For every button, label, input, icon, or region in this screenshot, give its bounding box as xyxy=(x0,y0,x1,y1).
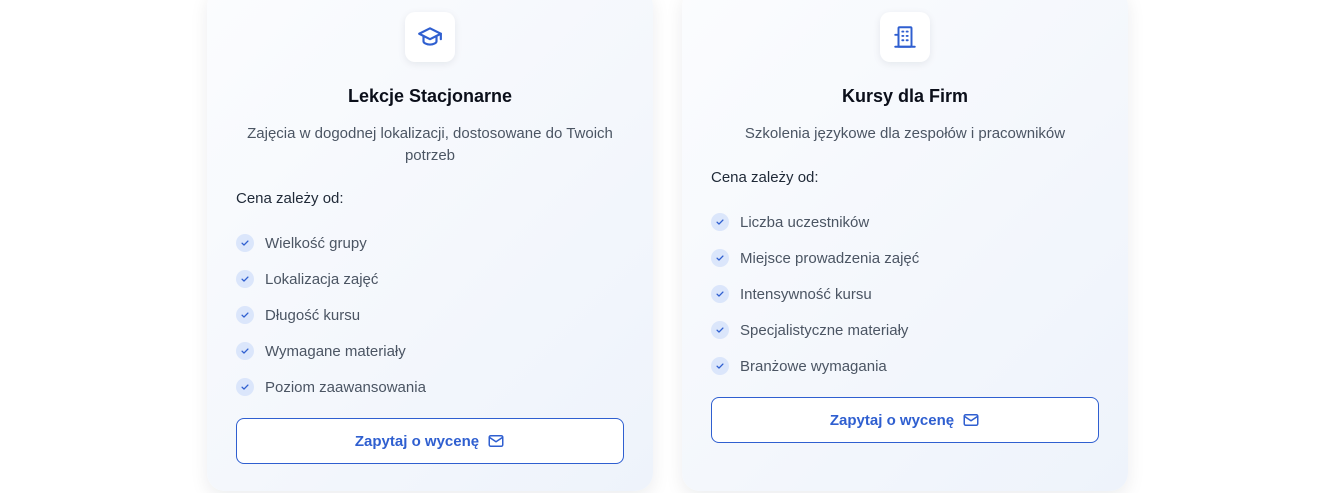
feature-label: Długość kursu xyxy=(265,306,361,324)
request-quote-button[interactable]: Zapytaj o wycenę xyxy=(236,418,624,464)
button-label: Zapytaj o wycenę xyxy=(354,432,480,450)
mail-icon xyxy=(963,414,979,426)
list-item: Poziom zaawansowania xyxy=(236,369,624,405)
check-icon xyxy=(711,213,729,231)
check-icon xyxy=(236,378,254,396)
feature-label: Wymagane materiały xyxy=(265,342,406,360)
feature-label: Poziom zaawansowania xyxy=(265,378,426,396)
request-quote-button[interactable]: Zapytaj o wycenę xyxy=(711,397,1099,443)
card-description: Szkolenia językowe dla zespołów i pracow… xyxy=(744,125,1066,142)
feature-label: Branżowe wymagania xyxy=(740,357,887,375)
mail-icon xyxy=(488,435,504,447)
feature-label: Lokalizacja zajęć xyxy=(265,270,379,288)
card-description: Zajęcia w dogodnej lokalizacji, dostosow… xyxy=(247,125,613,164)
feature-label: Wielkość grupy xyxy=(265,234,367,252)
check-icon xyxy=(711,249,729,267)
card-title: Lekcje Stacjonarne xyxy=(347,86,513,106)
pricing-cards-section: Lekcje Stacjonarne Zajęcia w dogodnej lo… xyxy=(0,0,1335,493)
card-title: Kursy dla Firm xyxy=(841,86,969,106)
list-item: Miejsce prowadzenia zajęć xyxy=(711,240,1099,276)
check-icon xyxy=(711,321,729,339)
check-icon xyxy=(711,285,729,303)
list-item: Specjalistyczne materiały xyxy=(711,312,1099,348)
feature-label: Miejsce prowadzenia zajęć xyxy=(740,249,920,267)
list-item: Lokalizacja zajęć xyxy=(236,261,624,297)
check-icon xyxy=(236,234,254,252)
list-item: Branżowe wymagania xyxy=(711,348,1099,384)
feature-list: Liczba uczestników Miejsce prowadzenia z… xyxy=(711,204,1099,384)
feature-label: Intensywność kursu xyxy=(740,285,872,303)
check-icon xyxy=(236,306,254,324)
button-label: Zapytaj o wycenę xyxy=(829,411,955,429)
office-building-icon xyxy=(880,12,930,62)
feature-label: Liczba uczestników xyxy=(740,213,870,231)
list-item: Liczba uczestników xyxy=(711,204,1099,240)
check-icon xyxy=(236,342,254,360)
list-item: Wielkość grupy xyxy=(236,225,624,261)
feature-list: Wielkość grupy Lokalizacja zajęć Długość… xyxy=(236,225,624,405)
graduation-cap-icon xyxy=(405,12,455,62)
list-item: Wymagane materiały xyxy=(236,333,624,369)
list-item: Intensywność kursu xyxy=(711,276,1099,312)
check-icon xyxy=(711,357,729,375)
list-item: Długość kursu xyxy=(236,297,624,333)
card-lekcje-stacjonarne: Lekcje Stacjonarne Zajęcia w dogodnej lo… xyxy=(207,0,653,491)
price-label: Cena zależy od: xyxy=(711,169,819,186)
feature-label: Specjalistyczne materiały xyxy=(740,321,909,339)
card-kursy-dla-firm: Kursy dla Firm Szkolenia językowe dla ze… xyxy=(682,0,1128,491)
check-icon xyxy=(236,270,254,288)
price-label: Cena zależy od: xyxy=(236,190,344,207)
